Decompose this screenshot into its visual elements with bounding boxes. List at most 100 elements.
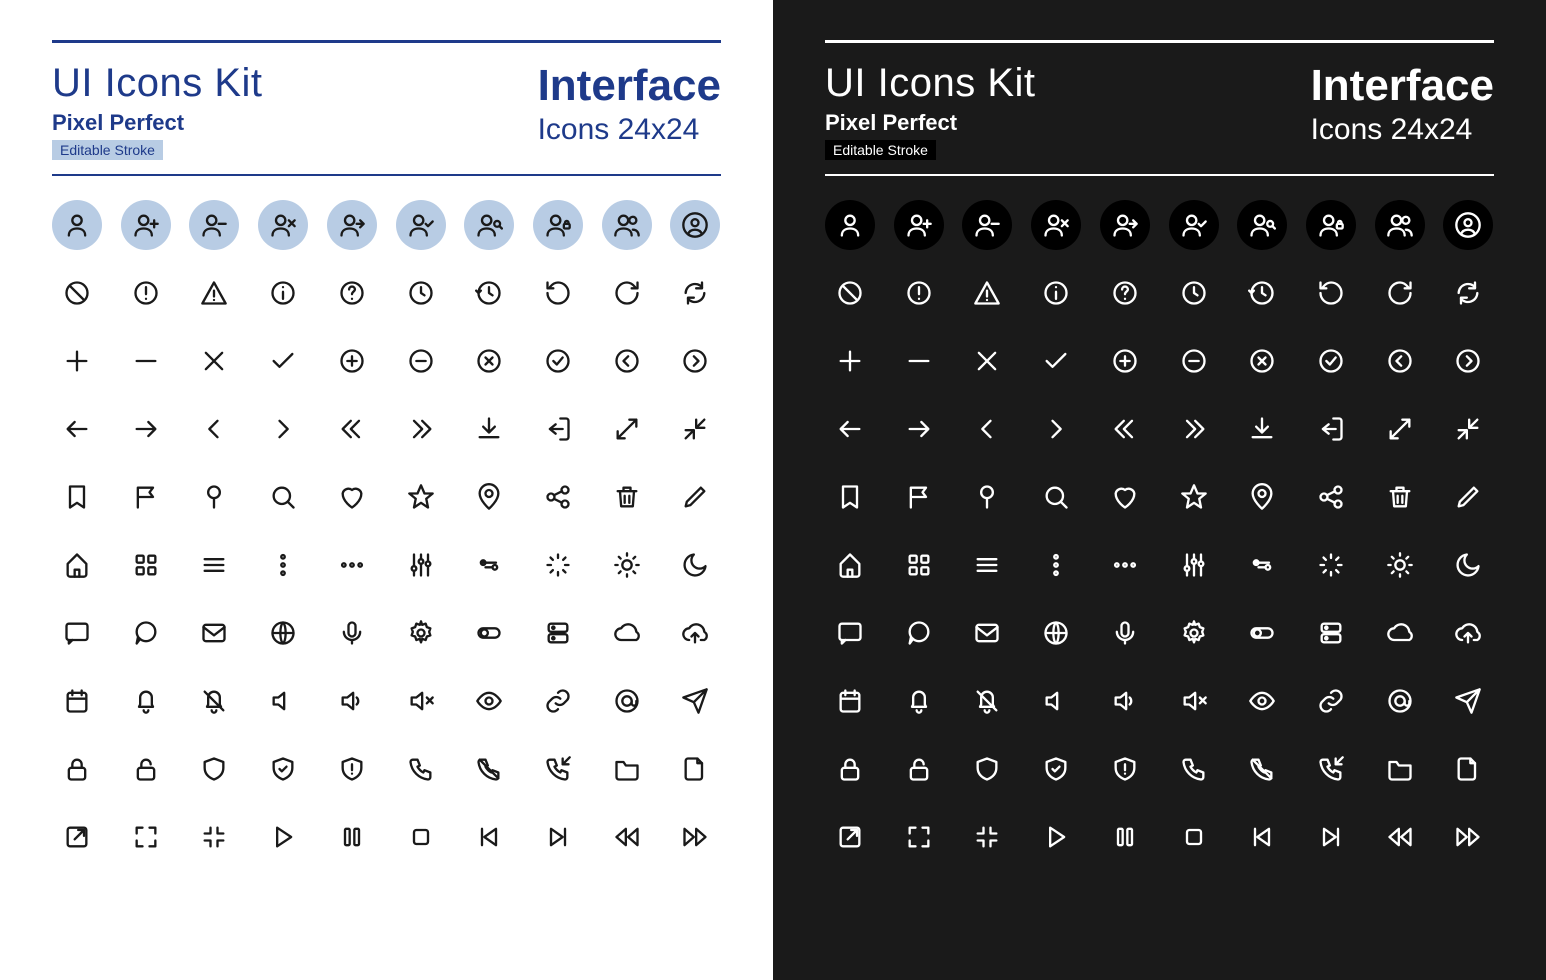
user-remove-icon [189,200,239,250]
plus-icon [52,336,102,386]
x-circle-icon [1237,336,1287,386]
search-icon [258,472,308,522]
pause-icon [327,812,377,862]
divider [52,174,721,176]
shield-alert-icon [327,744,377,794]
minus-circle-icon [1169,336,1219,386]
trash-icon [602,472,652,522]
moon-icon [670,540,720,590]
external-link-icon [52,812,102,862]
edit-icon [670,472,720,522]
bottom-highlight [52,934,721,952]
send-icon [1443,676,1493,726]
expand-icon [602,404,652,454]
chevrons-right-icon [396,404,446,454]
users-icon [1375,200,1425,250]
trash-icon [1375,472,1425,522]
skip-forward-icon [533,812,583,862]
phone-icon [396,744,446,794]
editable-stroke-label: Editable Stroke [52,140,163,160]
bell-off-icon [962,676,1012,726]
mic-icon [1100,608,1150,658]
volume-low-icon [1100,676,1150,726]
eye-icon [1237,676,1287,726]
icon-grid-light [52,200,721,862]
x-circle-icon [464,336,514,386]
moon-icon [1443,540,1493,590]
skip-back-icon [1237,812,1287,862]
bell-off-icon [189,676,239,726]
loading-icon [533,540,583,590]
alert-triangle-icon [962,268,1012,318]
phone-icon [1169,744,1219,794]
more-horizontal-icon [1100,540,1150,590]
grid-icon [894,540,944,590]
fast-forward-icon [670,812,720,862]
chevron-right-icon [1031,404,1081,454]
alert-circle-icon [894,268,944,318]
volume-x-icon [396,676,446,726]
user-check-icon [396,200,446,250]
flag-icon [894,472,944,522]
folder-icon [1375,744,1425,794]
maximize-icon [894,812,944,862]
check-icon [1031,336,1081,386]
send-icon [670,676,720,726]
share-icon [1306,472,1356,522]
check-icon [258,336,308,386]
top-rule [52,40,721,43]
minimize-icon [189,812,239,862]
user-icon [825,200,875,250]
rotate-ccw-icon [1306,268,1356,318]
heart-icon [1100,472,1150,522]
play-icon [258,812,308,862]
editable-stroke-label: Editable Stroke [825,140,936,160]
volume-low-icon [327,676,377,726]
light-panel: UI Icons Kit Pixel Perfect Editable Stro… [0,0,773,980]
at-sign-icon [602,676,652,726]
ban-icon [52,268,102,318]
file-icon [1443,744,1493,794]
category-title: Interface [538,61,721,111]
cloud-icon [602,608,652,658]
edit-icon [1443,472,1493,522]
calendar-icon [52,676,102,726]
size-label: Icons 24x24 [538,113,721,147]
star-icon [396,472,446,522]
chevron-left-icon [962,404,1012,454]
cloud-icon [1375,608,1425,658]
mail-icon [189,608,239,658]
message-circle-icon [121,608,171,658]
rotate-ccw-icon [533,268,583,318]
search-icon [1031,472,1081,522]
user-circle-icon [1443,200,1493,250]
home-icon [825,540,875,590]
phone-incoming-icon [533,744,583,794]
user-forward-icon [327,200,377,250]
globe-icon [258,608,308,658]
minus-icon [894,336,944,386]
shield-check-icon [258,744,308,794]
folder-icon [602,744,652,794]
share-icon [533,472,583,522]
users-icon [602,200,652,250]
help-icon [1100,268,1150,318]
flag-icon [121,472,171,522]
bookmark-icon [52,472,102,522]
skip-back-icon [464,812,514,862]
chevron-right-circle-icon [1443,336,1493,386]
server-icon [1306,608,1356,658]
external-link-icon [825,812,875,862]
server-icon [533,608,583,658]
mic-icon [327,608,377,658]
user-delete-icon [258,200,308,250]
rewind-icon [1375,812,1425,862]
unlock-icon [894,744,944,794]
shield-icon [189,744,239,794]
info-icon [258,268,308,318]
chevron-right-circle-icon [670,336,720,386]
collapse-icon [1443,404,1493,454]
cloud-upload-icon [670,608,720,658]
cloud-upload-icon [1443,608,1493,658]
heart-icon [327,472,377,522]
